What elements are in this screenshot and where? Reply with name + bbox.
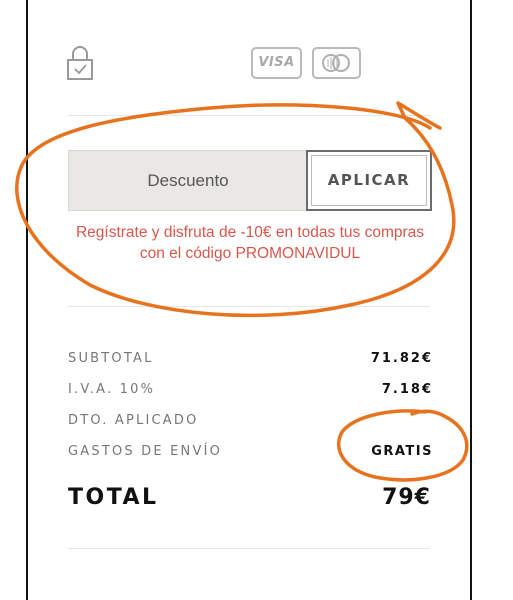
iva-value: 7.18€ <box>381 382 433 397</box>
subtotal-value: 71.82€ <box>370 351 433 366</box>
apply-button-label: APLICAR <box>327 171 411 189</box>
visa-card-icon: VISA <box>251 47 302 79</box>
promo-message: Regístrate y disfruta de -10€ en todas t… <box>75 224 425 262</box>
mastercard-icon <box>312 47 361 79</box>
total-value: 79€ <box>382 485 431 510</box>
divider-top <box>68 115 430 116</box>
divider-bottom <box>68 548 430 549</box>
checkout-panel <box>26 0 472 600</box>
shipping-label: GASTOS DE ENVÍO <box>68 444 223 459</box>
apply-discount-button[interactable]: APLICAR <box>306 150 432 211</box>
discount-code-input[interactable]: Descuento <box>68 150 308 211</box>
divider-middle <box>68 306 430 307</box>
iva-label: I.V.A. 10% <box>68 382 156 397</box>
shipping-value: GRATIS <box>371 444 433 459</box>
lock-icon <box>67 46 93 80</box>
discount-applied-label: DTO. APLICADO <box>68 413 199 428</box>
subtotal-label: SUBTOTAL <box>68 351 154 366</box>
total-label: TOTAL <box>68 485 159 510</box>
